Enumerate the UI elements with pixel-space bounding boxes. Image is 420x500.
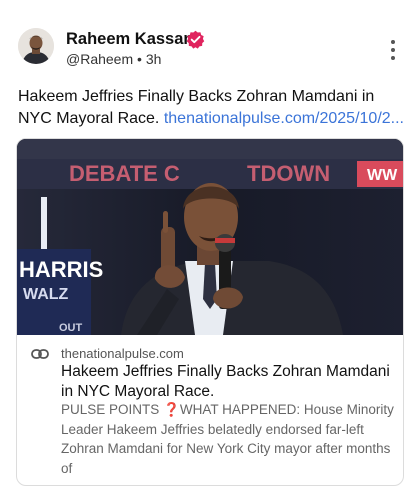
post-link[interactable]: thenationalpulse.com/2025/10/2... [164, 110, 404, 127]
card-description: PULSE POINTS ❓WHAT HAPPENED: House Minor… [61, 402, 394, 476]
card-domain: thenationalpulse.com [61, 346, 184, 361]
post-text: Hakeem Jeffries Finally Backs Zohran Mam… [18, 86, 404, 130]
author-handle[interactable]: @Raheem [66, 51, 133, 67]
post-time[interactable]: 3h [146, 51, 162, 67]
banner-corner-text: WW [367, 167, 398, 184]
banner-text-right: TDOWN [247, 161, 330, 186]
author-name[interactable]: Raheem Kassam [66, 30, 198, 49]
banner-text-left: DEBATE C [69, 161, 180, 186]
sign-text-line1: HARRIS [19, 257, 103, 282]
bottom-sign-text: OUT [59, 322, 83, 334]
post: Raheem Kassam @Raheem • 3h Hakeem Jeffri… [0, 0, 420, 500]
link-preview-card[interactable]: DEBATE C TDOWN WW HARRIS WALZ OUT thenat… [16, 138, 404, 486]
meta-separator: • [137, 51, 142, 67]
more-vertical-icon[interactable] [386, 40, 400, 60]
author-meta: @Raheem • 3h [66, 51, 161, 67]
sign-text-line2: WALZ [23, 286, 69, 303]
author-avatar[interactable] [18, 28, 54, 64]
link-icon [31, 349, 49, 359]
card-image: DEBATE C TDOWN WW HARRIS WALZ OUT [17, 139, 403, 335]
card-title: Hakeem Jeffries Finally Backs Zohran Mam… [61, 363, 390, 400]
verified-badge-icon [186, 30, 205, 49]
